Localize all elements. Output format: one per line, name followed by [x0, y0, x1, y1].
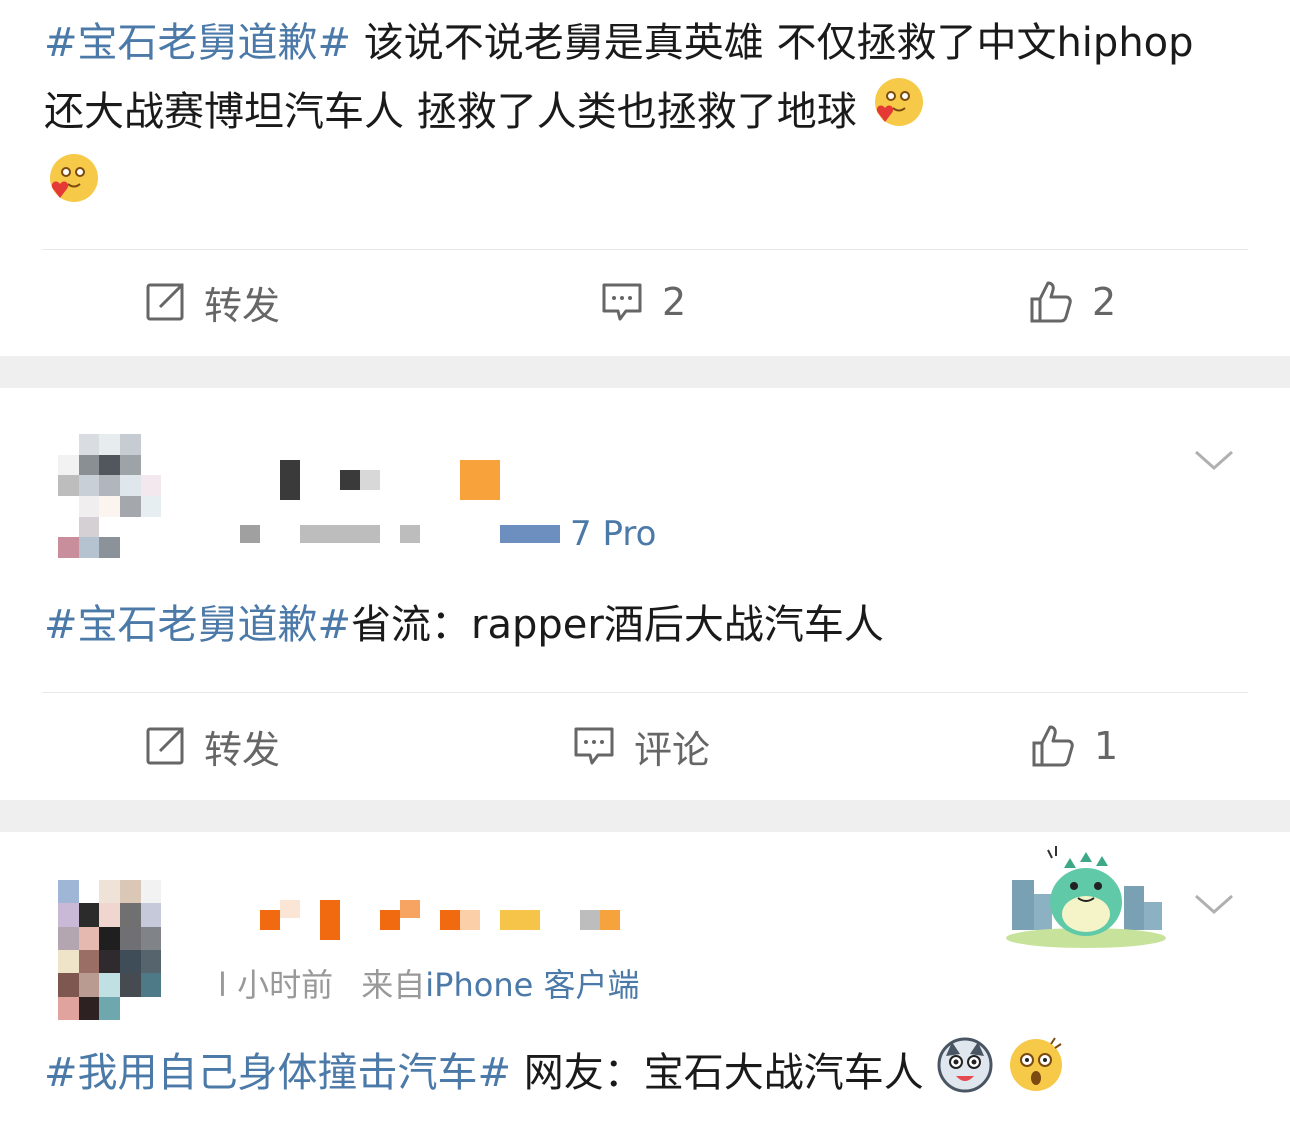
like-button[interactable]: 1	[1030, 696, 1118, 796]
repost-button[interactable]: 转发	[144, 252, 280, 352]
husky-emoji-icon	[936, 1036, 994, 1114]
post-text: #宝石老舅道歉# 该说不说老舅是真英雄 不仅拯救了中文hiphop 还大战赛博坦…	[44, 10, 1244, 228]
like-button[interactable]: 2	[1028, 252, 1116, 352]
post-source[interactable]: iPhone 客户端	[425, 966, 639, 1004]
device-model[interactable]: 7 Pro	[570, 514, 656, 554]
repost-label: 转发	[204, 727, 281, 772]
username-blurred[interactable]	[260, 460, 500, 500]
action-bar: 转发 2 2	[0, 252, 1290, 352]
post-meta: l 小时前 来自iPhone 客户端	[218, 960, 639, 1006]
repost-button[interactable]: 转发	[144, 696, 280, 796]
comment-count: 2	[662, 280, 687, 324]
username-blurred[interactable]	[260, 900, 620, 940]
comment-icon	[600, 281, 644, 323]
post-card-2: 7 Pro #宝石老舅道歉#省流：rapper酒后大战汽车人 转发 评论 1	[0, 388, 1290, 800]
action-bar: 转发 评论 1	[0, 696, 1290, 796]
blurred-meta	[400, 525, 420, 543]
shocked-emoji-icon	[1007, 1036, 1065, 1114]
thumbs-up-icon	[1030, 723, 1076, 769]
topic-link[interactable]: #我用自己身体撞击汽车#	[44, 1050, 511, 1096]
post-time: l 小时前	[218, 966, 334, 1004]
post-card-3: l 小时前 来自iPhone 客户端 #我用自己身体撞击汽车# 网友：宝石大战汽…	[0, 832, 1290, 1124]
topic-link[interactable]: #宝石老舅道歉#	[44, 20, 351, 66]
card-separator	[0, 356, 1290, 388]
like-count: 2	[1092, 280, 1117, 324]
card-separator	[0, 800, 1290, 832]
chevron-down-icon[interactable]	[1194, 446, 1234, 476]
divider	[42, 692, 1248, 693]
repost-icon	[144, 281, 186, 323]
topic-link[interactable]: #宝石老舅道歉#	[44, 602, 351, 648]
comment-button[interactable]: 评论	[572, 696, 710, 796]
avatar[interactable]	[58, 880, 182, 1020]
post-text: #我用自己身体撞击汽车# 网友：宝石大战汽车人	[44, 1036, 1244, 1114]
avatar[interactable]	[58, 434, 182, 558]
source-prefix: 来自	[361, 966, 426, 1004]
like-count: 1	[1094, 724, 1119, 768]
hug-emoji-icon	[869, 76, 925, 152]
comment-icon	[572, 725, 616, 767]
post-meta: 7 Pro	[240, 514, 656, 554]
repost-icon	[144, 725, 186, 767]
thumbs-up-icon	[1028, 279, 1074, 325]
post-body: 网友：宝石大战汽车人	[511, 1050, 924, 1096]
chevron-down-icon[interactable]	[1194, 890, 1234, 920]
post-card-1: #宝石老舅道歉# 该说不说老舅是真英雄 不仅拯救了中文hiphop 还大战赛博坦…	[0, 0, 1290, 356]
repost-label: 转发	[204, 283, 281, 328]
blurred-source	[500, 525, 560, 543]
divider	[42, 249, 1248, 250]
comment-label: 评论	[634, 727, 711, 772]
post-text: #宝石老舅道歉#省流：rapper酒后大战汽车人	[44, 592, 1244, 658]
post-body: 省流：rapper酒后大战汽车人	[351, 602, 884, 648]
comment-button[interactable]: 2	[600, 252, 686, 352]
blurred-meta	[300, 525, 380, 543]
hug-emoji-icon	[44, 152, 100, 228]
dinosaur-card-decoration	[1004, 840, 1168, 952]
blurred-time	[240, 525, 260, 543]
